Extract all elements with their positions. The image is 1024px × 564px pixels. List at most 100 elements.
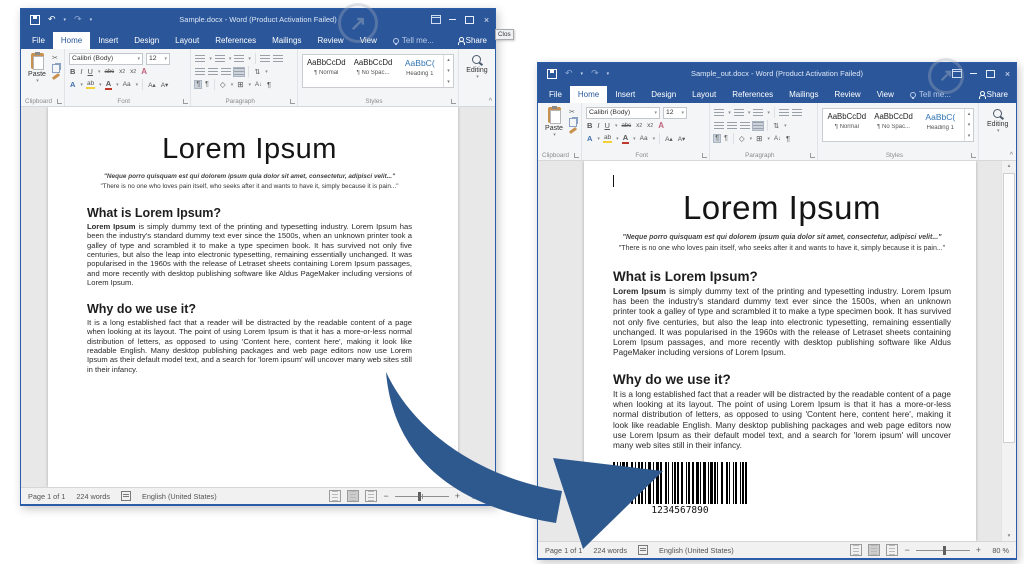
font-size-combo[interactable]: 12▾ [663, 107, 687, 119]
shading-icon[interactable]: ◇ [219, 80, 227, 89]
style-no-spacing[interactable]: AaBbCcDd ¶ No Spac... [870, 109, 917, 141]
word-count[interactable]: 224 words [76, 492, 110, 501]
align-center-icon[interactable] [727, 122, 737, 130]
align-right-icon[interactable] [221, 68, 231, 76]
document-page[interactable]: Lorem Ipsum "Neque porro quisquam est qu… [48, 107, 458, 487]
font-dialog-launcher-icon[interactable] [183, 99, 188, 104]
align-left-icon[interactable] [714, 122, 724, 130]
decrease-indent-icon[interactable] [260, 55, 270, 63]
tab-home[interactable]: Home [570, 86, 607, 103]
underline-button[interactable]: U [87, 67, 94, 76]
page-indicator[interactable]: Page 1 of 1 [28, 492, 65, 501]
zoom-slider[interactable] [395, 496, 449, 497]
superscript-button[interactable]: x2 [129, 68, 137, 75]
rtl-direction-icon[interactable]: ¶ [723, 135, 729, 142]
font-name-combo[interactable]: Calibri (Body)▾ [586, 107, 660, 119]
vertical-scrollbar[interactable]: ▴ ▾ [1001, 161, 1016, 541]
zoom-in-icon[interactable]: + [976, 546, 981, 555]
styles-more-icon[interactable]: ▾ [968, 133, 971, 139]
text-effects-button[interactable]: A [69, 80, 76, 89]
sort-icon[interactable]: A↓ [773, 136, 782, 142]
tab-insert[interactable]: Insert [90, 32, 126, 49]
share-button[interactable]: Share [971, 86, 1016, 103]
tab-layout[interactable]: Layout [684, 86, 724, 103]
read-mode-icon[interactable] [329, 490, 341, 502]
minimize-icon[interactable] [965, 63, 982, 84]
subscript-button[interactable]: x2 [635, 122, 643, 129]
clipboard-dialog-launcher-icon[interactable] [57, 99, 62, 104]
justify-icon[interactable] [234, 68, 244, 76]
copy-icon[interactable] [569, 118, 577, 127]
tab-view[interactable]: View [352, 32, 385, 49]
tab-file[interactable]: File [541, 86, 570, 103]
justify-icon[interactable] [753, 122, 763, 130]
shrink-font-button[interactable]: A▾ [677, 135, 687, 143]
numbering-icon[interactable] [215, 55, 225, 63]
tab-review[interactable]: Review [826, 86, 868, 103]
word-count[interactable]: 224 words [593, 546, 627, 555]
maximize-icon[interactable] [982, 63, 999, 84]
save-icon[interactable] [30, 15, 40, 25]
language-indicator[interactable]: English (United States) [142, 492, 217, 501]
paste-button[interactable]: Paste ▾ [25, 52, 49, 96]
tab-home[interactable]: Home [53, 32, 90, 49]
close-icon[interactable]: × [999, 63, 1016, 84]
tab-mailings[interactable]: Mailings [264, 32, 309, 49]
web-layout-icon[interactable] [886, 544, 898, 556]
minimize-icon[interactable] [444, 9, 461, 30]
collapse-ribbon-icon[interactable]: ^ [489, 98, 492, 105]
undo-icon[interactable]: ↶ [565, 69, 573, 78]
increase-indent-icon[interactable] [792, 109, 802, 117]
share-button[interactable]: Share [450, 32, 495, 49]
undo-caret-icon[interactable]: ▾ [64, 17, 67, 23]
font-dialog-launcher-icon[interactable] [702, 153, 707, 158]
ribbon-display-options-icon[interactable] [948, 63, 965, 84]
zoom-slider-thumb[interactable] [418, 492, 421, 501]
zoom-out-icon[interactable]: − [904, 546, 909, 555]
subscript-button[interactable]: x2 [118, 68, 126, 75]
ribbon-display-options-icon[interactable] [427, 9, 444, 30]
print-layout-icon[interactable] [868, 544, 880, 556]
zoom-level[interactable]: 80 % [987, 546, 1009, 555]
multilevel-list-icon[interactable] [234, 55, 244, 63]
maximize-icon[interactable] [461, 9, 478, 30]
rtl-direction-icon[interactable]: ¶ [204, 81, 210, 88]
language-indicator[interactable]: English (United States) [659, 546, 734, 555]
redo-icon[interactable]: ↷ [591, 69, 599, 78]
align-right-icon[interactable] [740, 122, 750, 130]
text-effects-icon[interactable]: A [657, 121, 665, 130]
numbering-icon[interactable] [734, 109, 744, 117]
print-layout-icon[interactable] [347, 490, 359, 502]
copy-icon[interactable] [52, 64, 60, 73]
collapse-ribbon-icon[interactable]: ^ [1010, 152, 1013, 159]
zoom-level[interactable]: 70 % [466, 492, 488, 501]
zoom-out-icon[interactable]: − [383, 492, 388, 501]
styles-scroll-up-icon[interactable]: ▴ [968, 111, 971, 117]
styles-scroll-up-icon[interactable]: ▴ [447, 57, 450, 63]
scrollbar-thumb[interactable] [1003, 173, 1015, 443]
format-painter-icon[interactable] [569, 127, 577, 134]
align-left-icon[interactable] [195, 68, 205, 76]
proofing-icon[interactable] [121, 491, 131, 501]
decrease-indent-icon[interactable] [779, 109, 789, 117]
bullets-icon[interactable] [714, 109, 724, 117]
zoom-in-icon[interactable]: + [455, 492, 460, 501]
line-spacing-icon[interactable]: ⇅ [253, 68, 261, 76]
document-page[interactable]: Lorem Ipsum "Neque porro quisquam est qu… [584, 161, 976, 541]
change-case-button[interactable]: Aa [639, 135, 649, 142]
text-effects-icon[interactable]: A [140, 67, 148, 76]
italic-button[interactable]: I [79, 67, 83, 76]
redo-icon[interactable]: ↷ [74, 15, 82, 24]
highlight-color-button[interactable]: ab [86, 80, 95, 89]
change-case-button[interactable]: Aa [122, 81, 132, 88]
line-spacing-icon[interactable]: ⇅ [772, 122, 780, 130]
web-layout-icon[interactable] [365, 490, 377, 502]
undo-caret-icon[interactable]: ▾ [581, 71, 584, 77]
tab-layout[interactable]: Layout [167, 32, 207, 49]
font-size-combo[interactable]: 12▾ [146, 53, 170, 65]
styles-scroll-down-icon[interactable]: ▾ [968, 122, 971, 128]
tab-review[interactable]: Review [309, 32, 351, 49]
grow-font-button[interactable]: A▴ [664, 135, 674, 143]
underline-button[interactable]: U [604, 121, 611, 130]
format-painter-icon[interactable] [52, 73, 60, 80]
